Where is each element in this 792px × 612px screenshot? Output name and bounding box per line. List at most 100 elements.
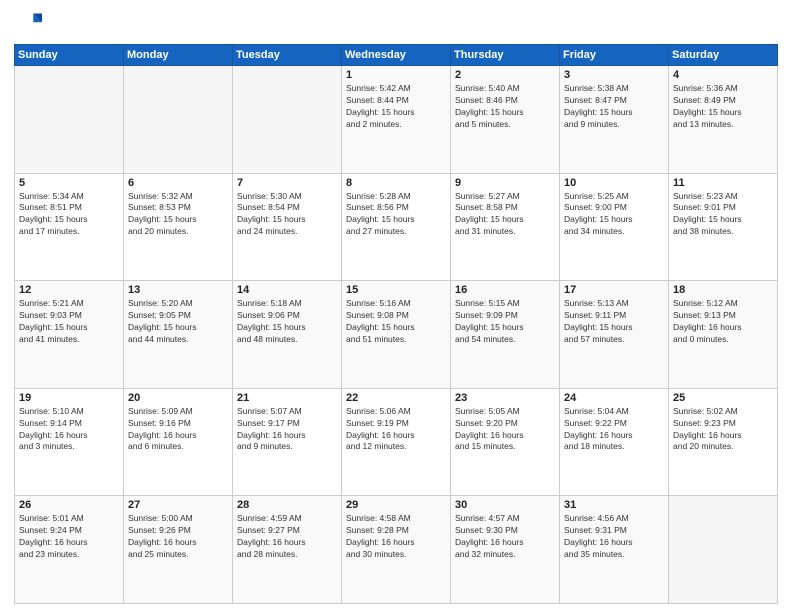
day-number: 8: [346, 177, 446, 189]
day-number: 12: [19, 284, 119, 296]
day-number: 20: [128, 392, 228, 404]
day-number: 11: [673, 177, 773, 189]
day-detail: Sunrise: 4:56 AM Sunset: 9:31 PM Dayligh…: [564, 513, 664, 561]
calendar-week-4: 19 Sunrise: 5:10 AM Sunset: 9:14 PM Dayli…: [15, 388, 778, 496]
day-number: 29: [346, 499, 446, 511]
header: [14, 10, 778, 38]
day-detail: Sunrise: 5:16 AM Sunset: 9:08 PM Dayligh…: [346, 298, 446, 346]
calendar-cell: 23 Sunrise: 5:05 AM Sunset: 9:20 PM Dayli…: [451, 388, 560, 496]
calendar-cell: 27 Sunrise: 5:00 AM Sunset: 9:26 PM Dayli…: [124, 496, 233, 604]
day-detail: Sunrise: 5:04 AM Sunset: 9:22 PM Dayligh…: [564, 406, 664, 454]
day-number: 31: [564, 499, 664, 511]
day-detail: Sunrise: 5:05 AM Sunset: 9:20 PM Dayligh…: [455, 406, 555, 454]
day-number: 7: [237, 177, 337, 189]
day-detail: Sunrise: 5:42 AM Sunset: 8:44 PM Dayligh…: [346, 83, 446, 131]
calendar-cell: 2 Sunrise: 5:40 AM Sunset: 8:46 PM Daylig…: [451, 66, 560, 174]
day-detail: Sunrise: 5:18 AM Sunset: 9:06 PM Dayligh…: [237, 298, 337, 346]
calendar-cell: 31 Sunrise: 4:56 AM Sunset: 9:31 PM Dayli…: [560, 496, 669, 604]
day-detail: Sunrise: 5:07 AM Sunset: 9:17 PM Dayligh…: [237, 406, 337, 454]
calendar-week-2: 5 Sunrise: 5:34 AM Sunset: 8:51 PM Daylig…: [15, 173, 778, 281]
day-number: 30: [455, 499, 555, 511]
day-detail: Sunrise: 5:21 AM Sunset: 9:03 PM Dayligh…: [19, 298, 119, 346]
calendar-week-3: 12 Sunrise: 5:21 AM Sunset: 9:03 PM Dayli…: [15, 281, 778, 389]
weekday-header-sunday: Sunday: [15, 45, 124, 66]
day-detail: Sunrise: 5:00 AM Sunset: 9:26 PM Dayligh…: [128, 513, 228, 561]
day-detail: Sunrise: 5:38 AM Sunset: 8:47 PM Dayligh…: [564, 83, 664, 131]
calendar-cell: 29 Sunrise: 4:58 AM Sunset: 9:28 PM Dayli…: [342, 496, 451, 604]
calendar-cell: 12 Sunrise: 5:21 AM Sunset: 9:03 PM Dayli…: [15, 281, 124, 389]
calendar-cell: 14 Sunrise: 5:18 AM Sunset: 9:06 PM Dayli…: [233, 281, 342, 389]
day-detail: Sunrise: 5:34 AM Sunset: 8:51 PM Dayligh…: [19, 191, 119, 239]
day-number: 14: [237, 284, 337, 296]
weekday-header-wednesday: Wednesday: [342, 45, 451, 66]
logo-icon: [14, 10, 42, 38]
day-detail: Sunrise: 5:25 AM Sunset: 9:00 PM Dayligh…: [564, 191, 664, 239]
calendar-cell: 9 Sunrise: 5:27 AM Sunset: 8:58 PM Daylig…: [451, 173, 560, 281]
day-detail: Sunrise: 4:57 AM Sunset: 9:30 PM Dayligh…: [455, 513, 555, 561]
calendar-cell: 20 Sunrise: 5:09 AM Sunset: 9:16 PM Dayli…: [124, 388, 233, 496]
day-number: 18: [673, 284, 773, 296]
weekday-header-thursday: Thursday: [451, 45, 560, 66]
day-number: 17: [564, 284, 664, 296]
day-number: 26: [19, 499, 119, 511]
calendar-cell: 25Sunrise: 5:02 AM Sunset: 9:23 PM Dayli…: [669, 388, 778, 496]
day-detail: Sunrise: 5:15 AM Sunset: 9:09 PM Dayligh…: [455, 298, 555, 346]
calendar-cell: [15, 66, 124, 174]
day-detail: Sunrise: 5:13 AM Sunset: 9:11 PM Dayligh…: [564, 298, 664, 346]
calendar-week-1: 1Sunrise: 5:42 AM Sunset: 8:44 PM Daylig…: [15, 66, 778, 174]
day-detail: Sunrise: 5:20 AM Sunset: 9:05 PM Dayligh…: [128, 298, 228, 346]
calendar-cell: 13 Sunrise: 5:20 AM Sunset: 9:05 PM Dayli…: [124, 281, 233, 389]
day-number: 13: [128, 284, 228, 296]
calendar-cell: [124, 66, 233, 174]
calendar-cell: 17 Sunrise: 5:13 AM Sunset: 9:11 PM Dayli…: [560, 281, 669, 389]
day-number: 5: [19, 177, 119, 189]
logo: [14, 10, 46, 38]
day-detail: Sunrise: 4:59 AM Sunset: 9:27 PM Dayligh…: [237, 513, 337, 561]
weekday-header-row: SundayMondayTuesdayWednesdayThursdayFrid…: [15, 45, 778, 66]
day-number: 3: [564, 69, 664, 81]
calendar-cell: 21 Sunrise: 5:07 AM Sunset: 9:17 PM Dayli…: [233, 388, 342, 496]
day-number: 27: [128, 499, 228, 511]
day-number: 4: [673, 69, 773, 81]
day-detail: Sunrise: 5:40 AM Sunset: 8:46 PM Dayligh…: [455, 83, 555, 131]
day-detail: Sunrise: 5:28 AM Sunset: 8:56 PM Dayligh…: [346, 191, 446, 239]
calendar-cell: 15 Sunrise: 5:16 AM Sunset: 9:08 PM Dayli…: [342, 281, 451, 389]
day-number: 24: [564, 392, 664, 404]
weekday-header-friday: Friday: [560, 45, 669, 66]
day-number: 25: [673, 392, 773, 404]
day-detail: Sunrise: 5:30 AM Sunset: 8:54 PM Dayligh…: [237, 191, 337, 239]
day-number: 23: [455, 392, 555, 404]
day-detail: Sunrise: 5:23 AM Sunset: 9:01 PM Dayligh…: [673, 191, 773, 239]
day-number: 15: [346, 284, 446, 296]
day-number: 28: [237, 499, 337, 511]
day-detail: Sunrise: 5:06 AM Sunset: 9:19 PM Dayligh…: [346, 406, 446, 454]
calendar-cell: 16 Sunrise: 5:15 AM Sunset: 9:09 PM Dayli…: [451, 281, 560, 389]
day-detail: Sunrise: 5:10 AM Sunset: 9:14 PM Dayligh…: [19, 406, 119, 454]
calendar-cell: 24 Sunrise: 5:04 AM Sunset: 9:22 PM Dayli…: [560, 388, 669, 496]
calendar-cell: 6 Sunrise: 5:32 AM Sunset: 8:53 PM Daylig…: [124, 173, 233, 281]
calendar-cell: 19 Sunrise: 5:10 AM Sunset: 9:14 PM Dayli…: [15, 388, 124, 496]
day-detail: Sunrise: 5:09 AM Sunset: 9:16 PM Dayligh…: [128, 406, 228, 454]
day-number: 16: [455, 284, 555, 296]
weekday-header-saturday: Saturday: [669, 45, 778, 66]
calendar-cell: 28 Sunrise: 4:59 AM Sunset: 9:27 PM Dayli…: [233, 496, 342, 604]
day-number: 2: [455, 69, 555, 81]
day-detail: Sunrise: 5:32 AM Sunset: 8:53 PM Dayligh…: [128, 191, 228, 239]
weekday-header-tuesday: Tuesday: [233, 45, 342, 66]
day-number: 9: [455, 177, 555, 189]
calendar-cell: 5 Sunrise: 5:34 AM Sunset: 8:51 PM Daylig…: [15, 173, 124, 281]
day-detail: Sunrise: 5:27 AM Sunset: 8:58 PM Dayligh…: [455, 191, 555, 239]
day-number: 21: [237, 392, 337, 404]
day-detail: Sunrise: 5:36 AM Sunset: 8:49 PM Dayligh…: [673, 83, 773, 131]
calendar-cell: [233, 66, 342, 174]
day-detail: Sunrise: 4:58 AM Sunset: 9:28 PM Dayligh…: [346, 513, 446, 561]
day-detail: Sunrise: 5:12 AM Sunset: 9:13 PM Dayligh…: [673, 298, 773, 346]
day-number: 6: [128, 177, 228, 189]
calendar-cell: [669, 496, 778, 604]
calendar-cell: 22Sunrise: 5:06 AM Sunset: 9:19 PM Dayli…: [342, 388, 451, 496]
calendar-table: SundayMondayTuesdayWednesdayThursdayFrid…: [14, 44, 778, 604]
calendar-cell: 7 Sunrise: 5:30 AM Sunset: 8:54 PM Daylig…: [233, 173, 342, 281]
day-number: 19: [19, 392, 119, 404]
calendar-cell: 8 Sunrise: 5:28 AM Sunset: 8:56 PM Daylig…: [342, 173, 451, 281]
calendar-cell: 10Sunrise: 5:25 AM Sunset: 9:00 PM Dayli…: [560, 173, 669, 281]
